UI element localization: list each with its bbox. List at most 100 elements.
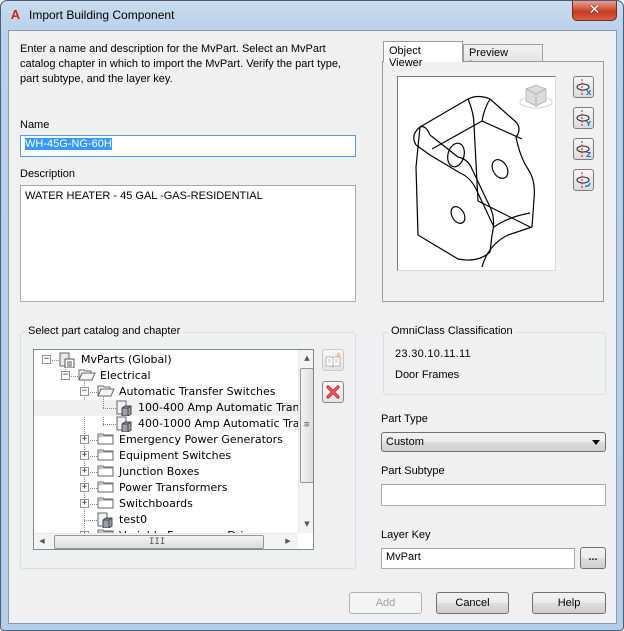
window-title: Import Building Component	[29, 8, 175, 22]
svg-text:X: X	[586, 89, 592, 97]
rotate-z-icon: Z	[576, 141, 591, 159]
object-viewer-panel: X Y Z	[382, 61, 604, 302]
expand-icon[interactable]: +	[80, 451, 89, 460]
tree-item[interactable]: + Power Transformers	[34, 480, 298, 496]
rotate-reset-icon	[576, 172, 591, 188]
layer-key-input[interactable]: MvPart	[381, 548, 575, 569]
tab-label: Object Viewer	[389, 45, 423, 69]
title-bar[interactable]: A Import Building Component ✕	[1, 1, 623, 30]
tree-connector	[90, 488, 97, 489]
tree-item[interactable]: − MvParts (Global)	[34, 352, 298, 369]
rotate-y-button[interactable]: Y	[573, 107, 594, 129]
part-type-value: Custom	[386, 436, 424, 448]
tree-item-label: test0	[119, 513, 148, 526]
instructions-text: Enter a name and description for the MvP…	[20, 43, 341, 85]
part-subtype-label: Part Subtype	[381, 465, 445, 477]
tree-item[interactable]: test0	[34, 504, 298, 529]
omniclass-group-label: OmniClass Classification	[388, 325, 516, 337]
rotate-x-icon: X	[576, 79, 592, 97]
new-chapter-button[interactable]: ✳	[322, 349, 344, 371]
close-button[interactable]: ✕	[572, 1, 617, 21]
part-type-dropdown[interactable]: Custom	[381, 432, 606, 452]
expand-icon[interactable]: +	[80, 467, 89, 476]
description-textarea[interactable]: WATER HEATER - 45 GAL -GAS-RESIDENTIAL	[20, 185, 356, 302]
omniclass-groupbox	[383, 332, 606, 395]
folder-icon	[97, 480, 114, 496]
tree-horizontal-scrollbar[interactable]: ◀ III ▶	[34, 533, 298, 549]
grip-icon: III	[149, 537, 166, 547]
tree-connector	[90, 392, 97, 393]
scroll-up-icon[interactable]: ▲	[299, 354, 313, 362]
tree-item[interactable]: − Automatic Transfer Switches	[34, 384, 298, 400]
description-label: Description	[20, 168, 76, 180]
tree-connector	[103, 424, 116, 425]
part-3d-model	[413, 84, 553, 268]
help-button[interactable]: Help	[532, 592, 606, 614]
tree-item-label: Junction Boxes	[119, 465, 200, 478]
tree-item[interactable]: + Equipment Switches	[34, 448, 298, 464]
add-button[interactable]: Add	[349, 592, 422, 614]
scroll-down-icon[interactable]: ▼	[299, 520, 313, 528]
scroll-left-icon[interactable]: ◀	[34, 537, 50, 545]
name-input[interactable]: WH-45G-NG-60H	[20, 135, 356, 157]
tree-item[interactable]: + Switchboards	[34, 496, 298, 512]
autocad-logo-icon: A	[10, 7, 21, 22]
tab-preview-image[interactable]: Preview Image	[463, 44, 543, 71]
tree-item-label: MvParts (Global)	[81, 353, 172, 366]
tree-item-label: 100-400 Amp Automatic Transfer	[136, 400, 313, 416]
vertical-scroll-thumb[interactable]: ≡	[300, 368, 313, 483]
expand-icon[interactable]: +	[80, 435, 89, 444]
tree-vertical-scrollbar[interactable]: ▲ ≡ ▼	[298, 350, 313, 533]
tree-item[interactable]: + Emergency Power Generators	[34, 432, 298, 448]
part-icon	[116, 416, 132, 433]
tree-item[interactable]: 400-1000 Amp Automatic Transfe	[34, 408, 313, 433]
expand-icon[interactable]: +	[80, 499, 89, 508]
collapse-icon[interactable]: −	[61, 371, 70, 380]
tree-connector	[71, 376, 78, 377]
tree-item[interactable]: 100-400 Amp Automatic Transfer	[34, 392, 313, 417]
layer-key-browse-button[interactable]: ...	[580, 547, 606, 569]
svg-text:Z: Z	[586, 151, 591, 159]
tree-item[interactable]: − Electrical	[34, 368, 298, 384]
rotate-reset-button[interactable]	[573, 169, 594, 191]
folder-icon	[97, 496, 114, 512]
rotate-x-button[interactable]: X	[573, 76, 594, 98]
name-input-value: WH-45G-NG-60H	[25, 138, 112, 150]
tab-object-viewer[interactable]: Object Viewer	[383, 41, 463, 69]
part-subtype-input[interactable]	[381, 484, 606, 506]
delete-chapter-button[interactable]	[322, 381, 344, 403]
folder-icon	[97, 384, 115, 400]
description-value: WATER HEATER - 45 GAL -GAS-RESIDENTIAL	[25, 190, 263, 202]
collapse-icon[interactable]: −	[42, 355, 51, 364]
folder-icon	[97, 464, 114, 480]
collapse-icon[interactable]: −	[80, 387, 89, 396]
omniclass-number: 23.30.10.11.11	[395, 348, 471, 360]
svg-text:✳: ✳	[335, 351, 342, 360]
svg-text:Y: Y	[585, 120, 592, 128]
rotate-z-button[interactable]: Z	[573, 138, 594, 160]
tree-item[interactable]: + Junction Boxes	[34, 464, 298, 480]
delete-icon	[326, 385, 340, 399]
cancel-button[interactable]: Cancel	[436, 592, 509, 614]
tree-connector	[103, 408, 116, 409]
tree-connector	[90, 456, 97, 457]
scroll-right-icon[interactable]: ▶	[280, 537, 296, 545]
tree-item-label: Switchboards	[119, 497, 193, 510]
folder-icon	[78, 368, 96, 384]
tree-connector	[52, 360, 59, 361]
layer-key-label: Layer Key	[381, 529, 431, 541]
part-icon	[97, 512, 113, 529]
tree-item-label: Automatic Transfer Switches	[119, 385, 276, 398]
horizontal-scroll-thumb[interactable]: III	[54, 535, 264, 549]
new-chapter-icon: ✳	[325, 351, 342, 368]
tree-connector	[90, 504, 97, 505]
view-cube-icon	[519, 84, 553, 109]
rotate-y-icon: Y	[576, 110, 592, 128]
expand-icon[interactable]: +	[80, 483, 89, 492]
dialog-client-area: Enter a name and description for the MvP…	[8, 30, 617, 624]
omniclass-name: Door Frames	[395, 369, 460, 381]
object-viewer-canvas[interactable]	[397, 76, 556, 271]
catalog-tree[interactable]: +Variable Frequency Drivestest0+Switchbo…	[33, 349, 314, 550]
catalog-icon	[59, 352, 75, 369]
tree-connector	[84, 520, 97, 521]
